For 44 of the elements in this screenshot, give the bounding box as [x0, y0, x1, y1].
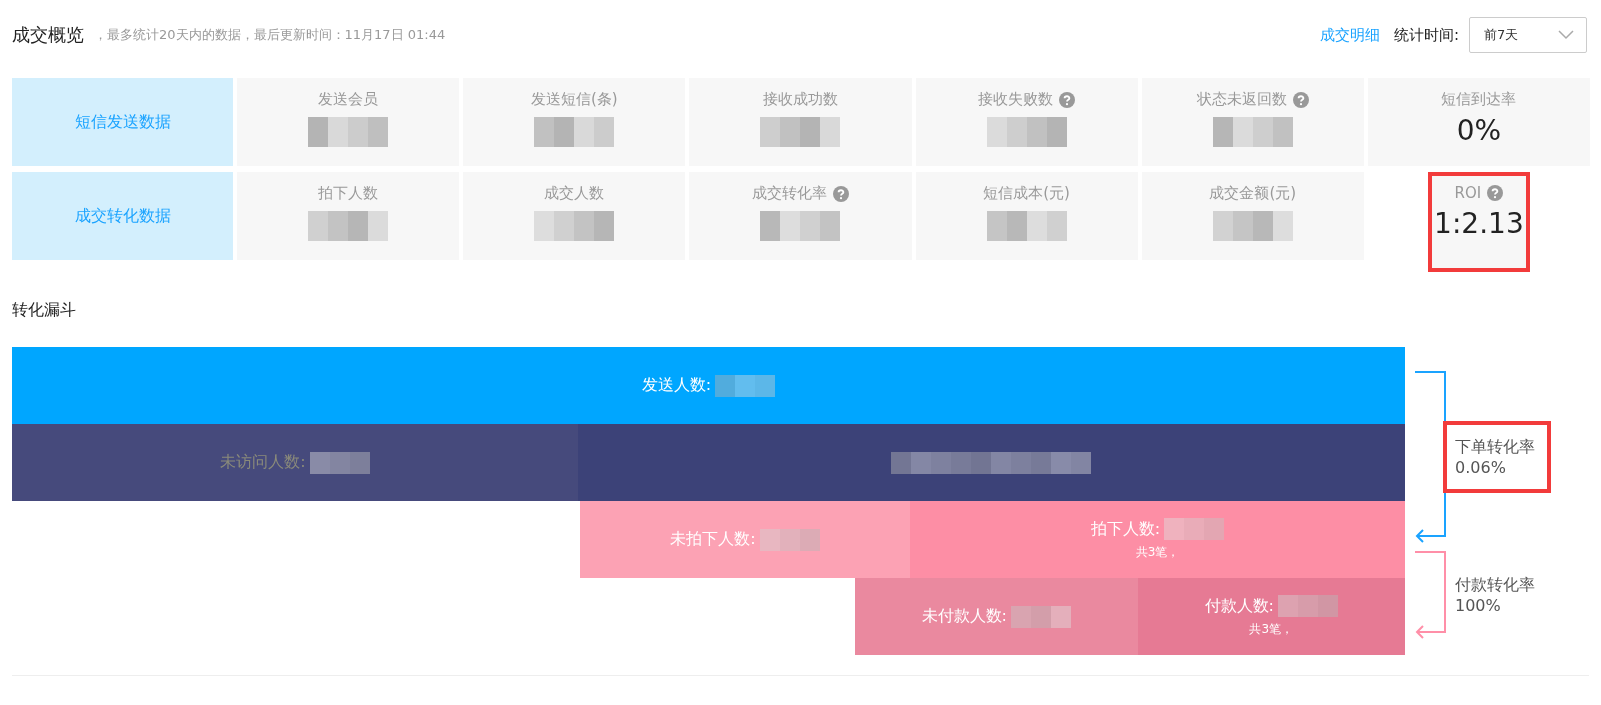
segment-note: 共3笔， — [1135, 544, 1180, 561]
metric-label: 接收成功数 — [762, 90, 838, 109]
group-label: 短信发送数据 — [12, 78, 233, 166]
pixelated-value — [759, 528, 820, 551]
group-label: 成交转化数据 — [12, 172, 233, 260]
metric-label: 接收失败数 — [978, 90, 1054, 109]
metric-label: 发送会员 — [318, 90, 379, 109]
rate-value: 0.06% — [1455, 458, 1507, 477]
segment-label: 拍下人数: — [1090, 518, 1161, 540]
rate-label: 付款转化率 — [1455, 575, 1535, 596]
metric-label: 短信到达率 — [1441, 90, 1517, 109]
pixelated-value — [1164, 518, 1225, 540]
rate-label: 下单转化率 — [1455, 437, 1535, 458]
metric-value: 1:2.13 — [1434, 210, 1524, 238]
metric-label: 成交人数 — [544, 184, 605, 203]
segment-label: 未访问人数: — [220, 452, 306, 473]
help-icon[interactable] — [832, 185, 849, 202]
metric-label: ROI — [1454, 184, 1482, 202]
period-label: 统计时间: — [1393, 25, 1459, 45]
pixelated-value — [309, 451, 370, 474]
chevron-down-icon — [1558, 30, 1574, 40]
segment-label: 发送人数: — [641, 375, 712, 396]
update-note: ，最多统计20天内的数据，最后更新时间：11月17日 01:44 — [94, 26, 446, 44]
pixelated-value — [1010, 605, 1071, 628]
metric-label: 拍下人数 — [318, 184, 379, 203]
segment-label: 付款人数: — [1204, 595, 1274, 617]
metric-label: 成交金额(元) — [1209, 184, 1297, 203]
help-icon[interactable] — [1487, 185, 1504, 201]
segment-note: 共3笔， — [1249, 621, 1294, 638]
metric-label: 发送短信(条) — [530, 90, 618, 109]
rate-value: 100% — [1455, 596, 1502, 615]
metric-label: 状态未返回数 — [1196, 90, 1287, 109]
period-select[interactable]: 前7天 — [1469, 17, 1587, 53]
segment-label: 未拍下人数: — [670, 529, 756, 550]
metric-label: 短信成本(元) — [983, 184, 1070, 203]
pixelated-value — [715, 374, 776, 397]
help-icon[interactable] — [1059, 91, 1076, 108]
segment-label: 未付款人数: — [921, 606, 1007, 627]
funnel-title: 转化漏斗 — [12, 300, 77, 321]
help-icon[interactable] — [1292, 91, 1309, 108]
pixelated-value — [1277, 595, 1338, 617]
metric-label: 成交转化率 — [751, 184, 827, 203]
metric-value: 0% — [1456, 117, 1502, 145]
section-title: 成交概览 — [12, 23, 84, 47]
